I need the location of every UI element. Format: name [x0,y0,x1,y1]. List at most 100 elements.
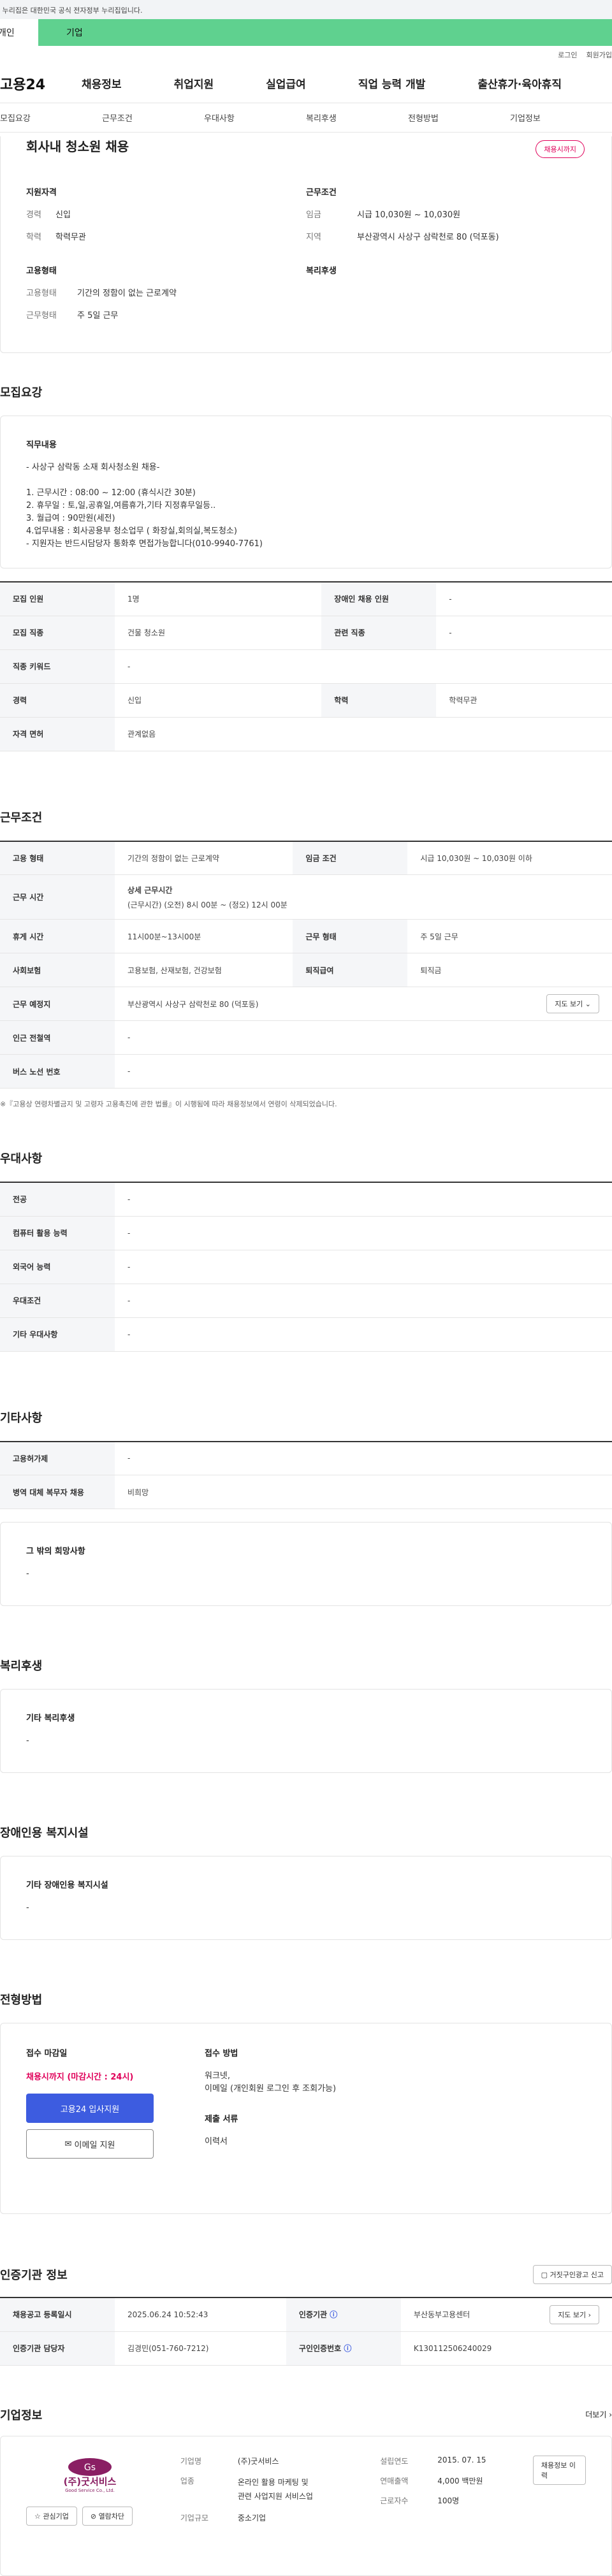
table-row: 우대조건 - [0,1284,612,1318]
table-row: 직종 키워드 - [0,649,612,684]
recruit-table: 모집 인원 1명 장애인 채용 인원 - 모집 직종 건물 청소원 관련 직종 - 직종 키… [0,581,612,751]
gnb-item-unemployment[interactable]: 실업급여 [266,75,306,91]
job-history-button[interactable]: 채용정보 이력 [532,2455,586,2485]
map-button[interactable]: 지도 보기 ⌄ [546,994,599,1013]
tab-company[interactable]: 기업정보 [510,112,612,124]
company-logo: Gs (주)굿서비스 Good Service Co., Ltd. [64,2457,117,2493]
gnb-item-leave[interactable]: 출산휴가·육아휴직 [477,75,562,91]
gnb-item-jobs[interactable]: 채용정보 [82,75,122,91]
info-icon[interactable]: ⓘ [330,2310,337,2319]
education-label: 학력 [321,683,437,718]
sales-label: 연매출액 [380,2476,409,2486]
language-label: 외국어 능력 [0,1250,115,1284]
toggle-individual[interactable]: 개인 [0,19,38,46]
cert-title: 인증기관 정보 [0,2269,68,2282]
education-value: 학력무관 [55,233,86,242]
major-value: - [115,1182,612,1217]
gnb-item-training[interactable]: 직업 능력 개발 [358,75,426,91]
company-name-label: 기업명 [180,2456,201,2466]
report-ad-button[interactable]: ▢ 거짓구인광고 신고 [532,2265,612,2284]
work-time-title: 상세 근무시간 [127,885,173,895]
preference-title: 우대사항 [0,1152,43,1166]
other-pref-value: - [115,1317,612,1352]
manager-value: 김경민(051-760-7212) [115,2331,286,2366]
employment-type-label: 고용 형태 [0,841,115,875]
table-row: 전공 - [0,1182,612,1217]
section-tabs: 모집요강 근무조건 우대사항 복리후생 전형방법 기업정보 [0,103,612,133]
cert-number-label: 구인인증번호 [298,2344,342,2353]
cert-table: 채용공고 등록일시 2025.06.24 10:52:43 인증기관 ⓘ 부산동부고용… [0,2297,612,2366]
tab-recruit[interactable]: 모집요강 [0,112,102,124]
founded-label: 설립연도 [380,2456,409,2466]
duty-text: - 사상구 삼락동 소재 회사청소원 채용- 1. 근무시간 : 08:00 ~… [26,463,263,549]
welfare-title: 복리후생 [0,1660,43,1673]
table-row: 경력 신입 학력 학력무관 [0,683,612,718]
work-form-value: 주 5일 근무 [77,311,119,321]
block-icon: ⊘ [90,2512,99,2521]
deadline-badge: 채용시까지 [536,140,585,158]
preference-section: 우대사항 전공 - 컴퓨터 활용 능력 - 외국어 능력 - 우대조건 - 기타 우대사… [0,1150,612,1352]
job-type-value: 건물 청소원 [115,616,322,650]
industry-label: 업종 [180,2476,194,2486]
apply-button[interactable]: 고용24 입사지원 [26,2094,154,2123]
recruit-section: 모집요강 직무내용 - 사상구 삼락동 소재 회사청소원 채용- 1. 근무시간… [0,384,612,751]
utility-nav: 로그인 회원가입 [0,46,612,64]
manager-label: 인증기관 담당자 [0,2331,115,2366]
table-row: 인증기관 담당자 김경민(051-760-7212) 구인인증번호 ⓘ K130112… [0,2331,612,2366]
military-label: 병역 대체 복무자 채용 [0,1475,115,1509]
bus-value: - [115,1054,612,1089]
recruit-title: 모집요강 [0,386,43,400]
wage-label: 임금 [306,210,321,220]
signup-link[interactable]: 회원가입 [586,50,612,60]
permit-label: 고용허가제 [0,1441,115,1475]
site-logo[interactable]: 고용24 [0,73,76,94]
conditions-title: 근무조건 [306,188,337,198]
table-row: 기타 우대사항 - [0,1317,612,1352]
tab-welfare[interactable]: 복리후생 [306,112,408,124]
age-notice: ※『고용상 연령차별금지 및 고령자 고용촉진에 관한 법률』이 시행됨에 따라… [0,1100,337,1108]
method-value: 워크넷, 이메일 (개인회원 로그인 후 조회가능) [205,2071,337,2094]
education-label: 학력 [26,233,41,242]
employees-value: 100명 [437,2496,460,2505]
break-time-value: 11시00분~13시00분 [115,919,293,953]
work-form-label: 근무 형태 [293,919,408,953]
table-row: 컴퓨터 활용 능력 - [0,1216,612,1250]
insurance-label: 사회보험 [0,953,115,987]
disabled-box-value: - [26,1903,29,1913]
more-link[interactable]: 더보기 › [585,2409,612,2420]
retirement-value: 퇴직금 [407,953,612,987]
related-job-label: 관련 직종 [321,616,437,650]
cert-section: 인증기관 정보 ▢ 거짓구인광고 신고 채용공고 등록일시 2025.06.24 … [0,2265,612,2366]
tab-preference[interactable]: 우대사항 [204,112,306,124]
toggle-company[interactable]: 기업 [38,19,612,46]
table-row: 고용허가제 - [0,1441,612,1475]
table-row: 버스 노선 번호 - [0,1054,612,1089]
docs-title: 제출 서류 [205,2115,238,2124]
table-row: 사회보험 고용보험, 산재보험, 건강보험 퇴직급여 퇴직금 [0,953,612,987]
subway-value: - [115,1020,612,1055]
login-link[interactable]: 로그인 [558,50,577,60]
wage-label: 임금 조건 [293,841,408,875]
block-view-button[interactable]: ⊘ 열람차단 [82,2506,133,2526]
qualification-title: 지원자격 [26,188,57,198]
info-icon[interactable]: ⓘ [344,2344,351,2353]
welfare-box-title: 기타 복리후생 [26,1714,75,1723]
industry-value: 온라인 활용 마케팅 및 관련 사업지원 서비스업 [237,2477,313,2501]
cert-map-button[interactable]: 지도 보기 › [550,2305,599,2324]
other-pref-label: 기타 우대사항 [0,1317,115,1352]
tab-process[interactable]: 전형방법 [408,112,510,124]
welfare-box-value: - [26,1736,29,1746]
email-apply-button[interactable]: ✉ 이메일 지원 [26,2129,154,2159]
workplace-label: 근무 예정지 [0,987,115,1021]
pref-condition-label: 우대조건 [0,1284,115,1318]
permit-value: - [115,1441,612,1475]
disabled-section: 장애인용 복지시설 기타 장애인용 복지시설 - [0,1824,612,1940]
document-icon: ▢ [541,2271,550,2279]
insurance-value: 고용보험, 산재보험, 건강보험 [115,953,293,987]
gnb-item-employment[interactable]: 취업지원 [174,75,214,91]
favorite-company-button[interactable]: ☆ 관심기업 [26,2506,77,2526]
tab-conditions[interactable]: 근무조건 [102,112,204,124]
etc-table: 고용허가제 - 병역 대체 복무자 채용 비희망 [0,1440,612,1509]
career-value: 신입 [55,210,71,220]
job-summary-card: 회사내 청소원 채용 채용시까지 지원자격 경력 신입 학력 학력무관 고용형태 고… [0,136,612,353]
